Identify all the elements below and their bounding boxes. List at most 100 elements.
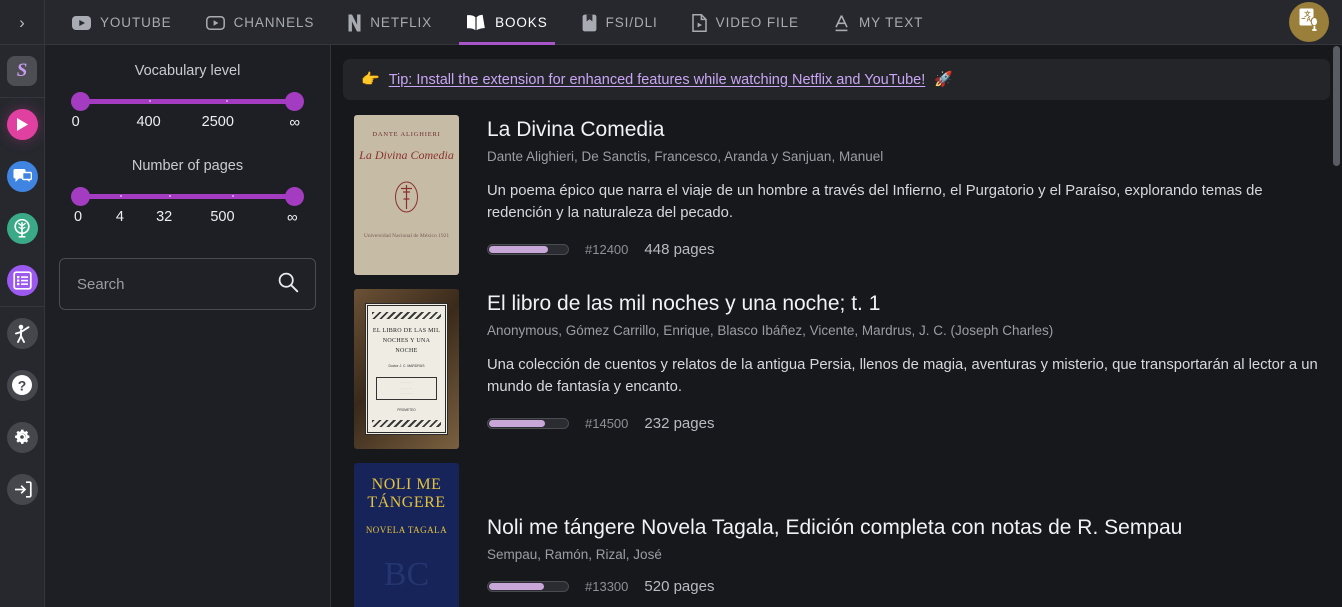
- book-cover[interactable]: DANTE ALIGHIERI La Divina Comedia Univer…: [354, 115, 459, 275]
- pages-tick-4: [119, 195, 122, 197]
- translate-book-icon: 文 A: [1297, 7, 1321, 37]
- my-text-icon: [833, 14, 850, 32]
- tab-channels[interactable]: CHANNELS: [189, 0, 332, 45]
- pages-knob-max[interactable]: [285, 187, 304, 206]
- book-id: #13300: [585, 579, 629, 595]
- top-tab-bar: YOUTUBE CHANNELS NETFLIX BOOKS FSI/DLI V…: [45, 0, 1342, 45]
- book-title[interactable]: El libro de las mil noches y una noche; …: [487, 291, 1330, 317]
- vocabulary-knob-min[interactable]: [71, 92, 90, 111]
- vocabulary-scale-inf: ∞: [289, 114, 301, 131]
- vocabulary-scale-2500: 2500: [201, 114, 234, 130]
- rail-item-settings[interactable]: [0, 411, 45, 463]
- rail-item-chat[interactable]: [0, 150, 45, 202]
- book-progress-fill: [489, 583, 544, 591]
- book-progress-bar: [487, 581, 569, 593]
- tip-link[interactable]: Tip: Install the extension for enhanced …: [389, 72, 926, 88]
- pages-knob-min[interactable]: [71, 187, 90, 206]
- book-pages: 448 pages: [644, 240, 715, 258]
- vocabulary-slider-track[interactable]: [71, 92, 304, 112]
- right-pane: YOUTUBE CHANNELS NETFLIX BOOKS FSI/DLI V…: [45, 0, 1342, 607]
- tab-video-file[interactable]: VIDEO FILE: [675, 0, 816, 45]
- book-list-item[interactable]: DANTE ALIGHIERI La Divina Comedia Univer…: [343, 115, 1330, 275]
- tab-books-label: BOOKS: [495, 15, 548, 30]
- login-icon: [6, 473, 38, 505]
- book-progress-fill: [489, 245, 548, 253]
- scrollbar-thumb[interactable]: [1333, 46, 1340, 166]
- pages-scale-32: 32: [156, 209, 173, 225]
- avatar-container: 文 A: [1289, 0, 1342, 44]
- cover-publisher: PROMETEO: [397, 408, 416, 413]
- book-title[interactable]: La Divina Comedia: [487, 117, 1330, 143]
- gear-icon: [6, 421, 38, 453]
- svg-text:?: ?: [18, 377, 27, 393]
- rail-item-tree[interactable]: [0, 202, 45, 254]
- cover-inner-frame: EL LIBRO DE LAS MIL NOCHES Y UNA NOCHE D…: [365, 303, 448, 435]
- svg-text:A: A: [1306, 16, 1311, 23]
- rail-item-login[interactable]: [0, 463, 45, 515]
- cover-title: EL LIBRO DE LAS MIL NOCHES Y UNA NOCHE: [372, 328, 441, 355]
- vocabulary-knob-max[interactable]: [285, 92, 304, 111]
- books-icon: [466, 14, 486, 31]
- search-icon[interactable]: [277, 271, 299, 298]
- book-pages: 520 pages: [644, 578, 715, 596]
- rail-item-play[interactable]: [0, 98, 45, 150]
- chevron-right-icon: ›: [19, 12, 25, 32]
- book-cover[interactable]: EL LIBRO DE LAS MIL NOCHES Y UNA NOCHE D…: [354, 289, 459, 449]
- rail-item-help[interactable]: ?: [0, 359, 45, 411]
- book-info: Noli me tángere Novela Tagala, Edición c…: [487, 463, 1330, 607]
- book-progress-fill: [489, 419, 546, 427]
- book-cover[interactable]: NOLI ME TÁNGERE NOVELA TAGALA BC: [354, 463, 459, 607]
- pages-scale-500: 500: [210, 209, 235, 225]
- main-content: 👉 Tip: Install the extension for enhance…: [331, 45, 1342, 607]
- chat-icon: [6, 160, 38, 192]
- book-progress-bar: [487, 243, 569, 255]
- avatar[interactable]: 文 A: [1289, 2, 1329, 42]
- cover-ornament-bottom: [372, 419, 441, 427]
- tab-fsi-dli[interactable]: FSI/DLI: [565, 0, 675, 45]
- book-id: #12400: [585, 241, 629, 257]
- tab-my-text[interactable]: MY TEXT: [816, 0, 940, 45]
- vocabulary-scale-0: 0: [71, 114, 80, 130]
- play-icon: [6, 108, 38, 140]
- book-authors: Dante Alighieri, De Sanctis, Francesco, …: [487, 149, 884, 165]
- tab-youtube[interactable]: YOUTUBE: [55, 0, 189, 45]
- cover-title: NOLI ME TÁNGERE: [367, 476, 446, 511]
- filters-panel: Vocabulary level 0 400 2500 ∞ Number of …: [45, 45, 331, 607]
- vocabulary-tick-400: [148, 100, 151, 102]
- help-icon: ?: [6, 369, 38, 401]
- rail-item-list[interactable]: [0, 254, 45, 306]
- pages-slider-track[interactable]: [71, 187, 304, 207]
- app-logo-button[interactable]: S: [0, 45, 45, 97]
- book-list-item[interactable]: NOLI ME TÁNGERE NOVELA TAGALA BC Noli me…: [343, 463, 1330, 607]
- book-id: #14500: [585, 415, 629, 431]
- tab-netflix[interactable]: NETFLIX: [331, 0, 449, 45]
- rail-item-accessibility[interactable]: [0, 307, 45, 359]
- tab-my-text-label: MY TEXT: [858, 15, 924, 30]
- vocabulary-track-fill: [80, 99, 295, 104]
- search-box[interactable]: [59, 258, 316, 310]
- cover-publisher: Universidad Nacional de México 1921: [363, 233, 450, 239]
- vocabulary-level-slider[interactable]: 0 400 2500 ∞: [59, 92, 316, 136]
- rail-main-section: [0, 98, 45, 307]
- video-file-icon: [691, 13, 707, 32]
- cover-ornament-top: [372, 312, 441, 319]
- book-meta: #14500 232 pages: [487, 415, 1330, 432]
- number-of-pages-title: Number of pages: [131, 158, 244, 174]
- search-input[interactable]: [77, 275, 277, 293]
- pages-tick-500: [231, 195, 234, 197]
- tab-books[interactable]: BOOKS: [449, 0, 565, 45]
- book-meta: #13300 520 pages: [487, 578, 1330, 595]
- bookmark-icon: [582, 14, 597, 32]
- book-info: La Divina Comedia Dante Alighieri, De Sa…: [487, 115, 1330, 275]
- tab-video-file-label: VIDEO FILE: [715, 15, 799, 30]
- pages-scale-4: 4: [115, 209, 124, 225]
- expand-sidebar-button[interactable]: ›: [0, 0, 45, 45]
- app-logo: S: [7, 56, 37, 86]
- vocabulary-scale-400: 400: [136, 114, 161, 130]
- cover-author: DANTE ALIGHIERI: [372, 131, 441, 138]
- number-of-pages-slider[interactable]: 0 4 32 500 ∞: [59, 187, 316, 231]
- cover-note-box: · · · · · · · · · · · · · · · · · · · ·: [376, 377, 437, 401]
- cover-subtitle: NOVELA TAGALA: [365, 525, 448, 535]
- book-list-item[interactable]: EL LIBRO DE LAS MIL NOCHES Y UNA NOCHE D…: [343, 289, 1330, 449]
- book-title[interactable]: Noli me tángere Novela Tagala, Edición c…: [487, 515, 1330, 541]
